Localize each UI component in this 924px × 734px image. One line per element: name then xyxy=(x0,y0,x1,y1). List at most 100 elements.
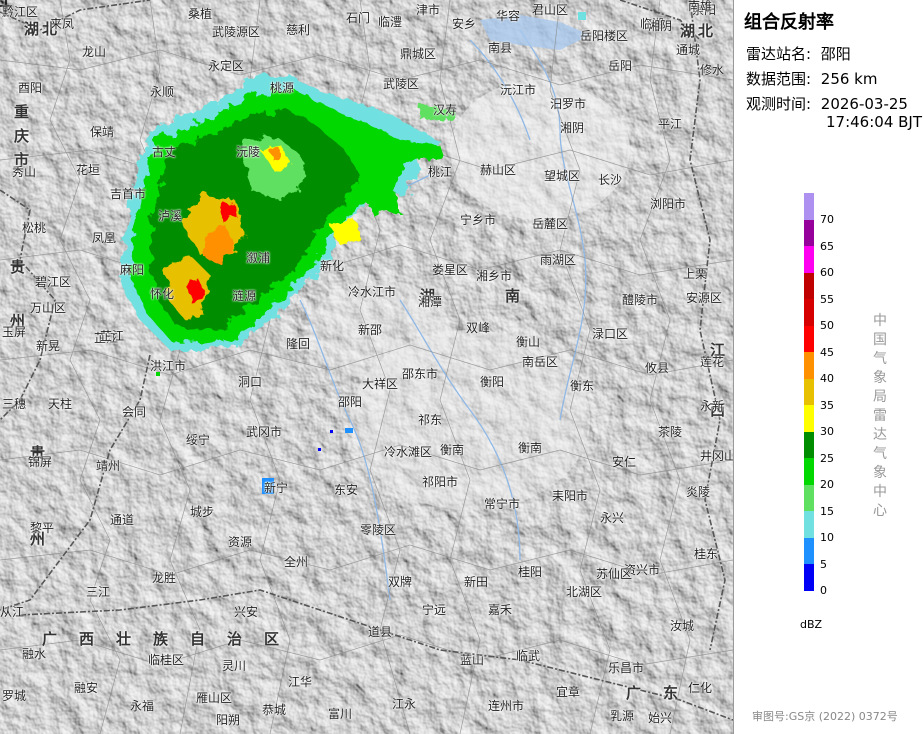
time-clock: 17:46:04 BJT xyxy=(826,113,923,131)
place-label: 三穗 xyxy=(2,397,27,411)
place-label: 泸溪 xyxy=(158,209,183,223)
station-label: 雷达站名: xyxy=(746,45,812,63)
place-label: 新邵 xyxy=(358,323,383,337)
place-label: 桂阳 xyxy=(518,565,543,579)
place-label: 零陵区 xyxy=(360,523,397,537)
legend-tick-label: 45 xyxy=(820,345,834,359)
place-label: 永福 xyxy=(130,699,155,713)
range-value: 256 km xyxy=(820,70,878,88)
legend-tick-label: 60 xyxy=(820,266,834,279)
map-approval-number: 审图号:GS京 (2022) 0372号 xyxy=(752,710,898,723)
place-label: 赫山区 xyxy=(480,163,517,177)
legend-swatch xyxy=(804,511,814,538)
place-label: 资源 xyxy=(228,535,253,549)
place-label: 三江 xyxy=(86,585,111,599)
place-label: 嘉禾 xyxy=(488,603,513,617)
place-label: 苏仙区 xyxy=(596,567,633,581)
place-label: 吉首市 xyxy=(110,187,147,201)
place-label: 衡阳 xyxy=(480,375,505,389)
place-label: 松桃 xyxy=(22,221,47,235)
province-label-jiangxi: 江西 xyxy=(710,341,729,419)
place-label: 安仁 xyxy=(612,455,637,469)
place-label: 冷水滩区 xyxy=(384,445,433,459)
place-label: 衡山 xyxy=(516,335,541,349)
place-label: 怀化 xyxy=(150,287,175,301)
place-label: 邵东市 xyxy=(402,367,439,381)
place-label: 岳麓区 xyxy=(532,217,569,231)
place-label: 沅江市 xyxy=(500,83,537,97)
place-label: 井冈山 xyxy=(700,449,733,463)
legend-tick-label: 55 xyxy=(820,292,834,306)
range-row: 数据范围: 256 km xyxy=(746,68,877,89)
place-label: 雁山区 xyxy=(196,691,233,705)
place-label: 凤凰 xyxy=(92,231,117,245)
legend-tick-label: 70 xyxy=(820,213,834,226)
place-label: 安源区 xyxy=(686,291,723,305)
product-title: 组合反射率 xyxy=(744,12,834,33)
place-label: 攸县 xyxy=(645,361,670,375)
place-label: 乐昌市 xyxy=(608,661,645,675)
legend-swatch xyxy=(804,458,814,485)
place-label: 天柱 xyxy=(48,397,73,411)
place-label: 桂东 xyxy=(694,547,719,561)
place-label: 锦屏 xyxy=(28,455,53,469)
place-label: 湘阴 xyxy=(648,19,673,33)
place-label: 双牌 xyxy=(388,575,413,589)
place-label: 阳朔 xyxy=(216,713,241,727)
legend-tick-label: 15 xyxy=(820,504,834,518)
place-label: 茶陵 xyxy=(658,425,683,439)
place-label: 灵川 xyxy=(222,659,247,673)
station-value: 邵阳 xyxy=(820,45,851,63)
place-label: 东安 xyxy=(334,483,359,497)
place-label: 恭城 xyxy=(262,703,287,717)
place-label: 汝城 xyxy=(670,619,695,633)
place-label: 洪江市 xyxy=(150,359,187,373)
legend-tick-label: 50 xyxy=(820,319,834,332)
place-label: 黎平 xyxy=(30,521,55,535)
place-label: 黔江区 xyxy=(2,5,39,19)
place-label: 江华 xyxy=(288,675,313,689)
place-label: 岳阳楼区 xyxy=(580,29,629,43)
place-label: 华容 xyxy=(496,9,521,23)
place-label: 临桂区 xyxy=(148,653,185,667)
place-label: 湘阴 xyxy=(560,121,585,135)
province-label-guangxi: 广西壮族自治区 xyxy=(42,630,302,648)
place-label: 连州市 xyxy=(488,699,525,713)
place-label: 南县 xyxy=(488,41,513,55)
place-label: 耒阳市 xyxy=(552,489,589,503)
place-label: 炎陵 xyxy=(686,485,711,499)
place-label: 津市 xyxy=(416,3,441,17)
place-label: 浏阳市 xyxy=(650,197,687,211)
place-label: 罗城 xyxy=(2,689,27,703)
legend-swatch xyxy=(804,352,814,379)
province-label-hunan: 湖南 xyxy=(420,287,591,305)
place-label: 娄星区 xyxy=(432,263,469,277)
place-label: 桃源 xyxy=(270,81,295,95)
place-label: 靖州 xyxy=(96,459,121,473)
legend-tick-label: 20 xyxy=(820,478,834,491)
radar-map[interactable]: 湖北 湖北 重庆市 贵州 湖南 江西 广西壮族自治区 广东 贵州 黔江区 来凤 桑植… xyxy=(0,0,733,734)
place-label: 临武 xyxy=(516,649,541,663)
place-label: 沅陵 xyxy=(236,145,261,159)
place-label: 永新 xyxy=(700,399,725,413)
place-label: 桑植 xyxy=(188,7,213,21)
legend-swatch xyxy=(804,299,814,326)
place-label: 冷水江市 xyxy=(348,285,397,299)
info-panel: 组合反射率 雷达站名: 邵阳 数据范围: 256 km 观测时间: 2026-0… xyxy=(733,0,924,734)
place-label: 始兴 xyxy=(648,711,673,725)
place-label: 新田 xyxy=(464,575,489,589)
place-label: 花垣 xyxy=(76,163,101,177)
place-label: 涟源 xyxy=(232,289,257,303)
place-label: 衡东 xyxy=(570,379,595,393)
legend-swatch xyxy=(804,272,814,300)
place-label: 龙山 xyxy=(82,45,107,59)
place-label: 醴陵市 xyxy=(622,293,659,307)
place-label: 道县 xyxy=(368,625,393,639)
place-label: 大祥区 xyxy=(362,377,399,391)
place-label: 莲花 xyxy=(700,355,725,369)
place-label: 永定区 xyxy=(208,59,245,73)
province-label-guizhou-south: 贵州 xyxy=(30,444,49,548)
legend-swatch xyxy=(804,325,814,353)
place-label: 雨湖区 xyxy=(540,253,577,267)
place-label: 平江 xyxy=(658,117,683,131)
